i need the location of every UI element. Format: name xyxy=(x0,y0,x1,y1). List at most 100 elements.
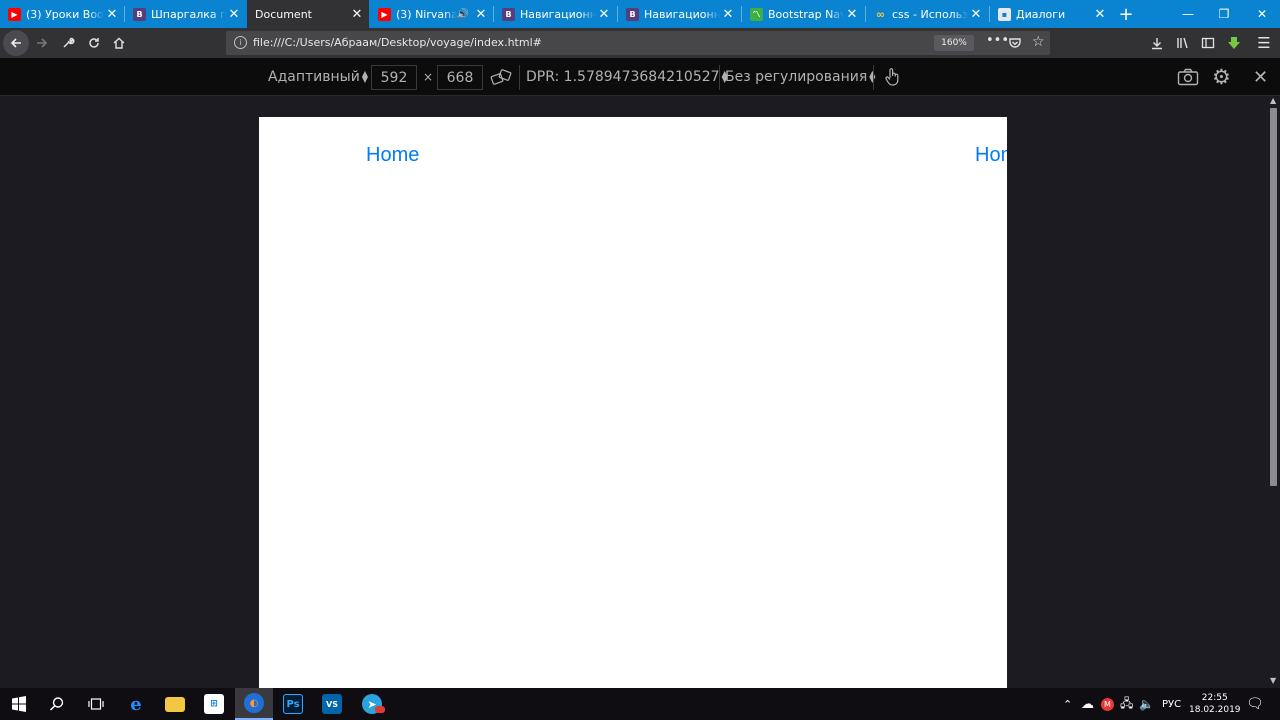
tab-youtube-bootstrap-lessons[interactable]: ▶ (3) Уроки Bootstrap ✕ xyxy=(0,0,124,28)
close-tab-icon[interactable]: ✕ xyxy=(349,7,365,22)
search-button[interactable] xyxy=(38,688,76,720)
dpr-selector[interactable]: DPR: 1.5789473684210527 ▲ ▼ xyxy=(526,58,728,96)
chat-icon: ▪ xyxy=(998,7,1011,21)
notifications-icon[interactable]: 🗨 xyxy=(1246,688,1264,720)
back-arrow-icon xyxy=(10,38,21,48)
tab-navbar-1[interactable]: B Навигационная панель ✕ xyxy=(494,0,616,28)
tab-document-active[interactable]: Document ✕ xyxy=(247,0,369,28)
close-tab-icon[interactable]: ✕ xyxy=(720,7,736,22)
rotate-button[interactable] xyxy=(490,58,512,96)
network-throttling-selector[interactable]: Без регулирования ▲▼ xyxy=(725,58,875,96)
pocket-icon[interactable] xyxy=(1008,35,1022,54)
library-icon xyxy=(1177,37,1188,49)
nav-link-home[interactable]: Home xyxy=(366,144,419,167)
close-tab-icon[interactable]: ✕ xyxy=(226,7,242,22)
screenshot-button[interactable] xyxy=(1177,58,1199,96)
close-tab-icon[interactable]: ✕ xyxy=(596,7,612,22)
onedrive-icon[interactable]: ☁ xyxy=(1081,688,1094,720)
tab-bootstrap-cheatsheet[interactable]: B Шпаргалка по Bootstrap ✕ xyxy=(125,0,246,28)
touch-simulation-button[interactable] xyxy=(884,58,902,96)
download-icon xyxy=(1152,38,1162,50)
close-tab-icon[interactable]: ✕ xyxy=(104,7,120,22)
close-window-button[interactable]: ✕ xyxy=(1244,0,1280,28)
close-tab-icon[interactable]: ✕ xyxy=(844,7,860,22)
firefox-icon: ◐ xyxy=(244,693,264,713)
tab-dialogs[interactable]: ▪ Диалоги ✕ xyxy=(990,0,1112,28)
restore-button[interactable]: ❐ xyxy=(1206,0,1242,28)
back-button[interactable] xyxy=(3,30,29,56)
glasses-icon: ∞ xyxy=(875,7,886,21)
nav-link-home-overflow[interactable]: Home xyxy=(975,144,1007,167)
address-bar[interactable]: i file:///C:/Users/Абраам/Desktop/voyage… xyxy=(226,31,1050,55)
speaker-icon[interactable]: 🔊 xyxy=(457,9,469,20)
page-actions-icon[interactable]: ••• xyxy=(986,33,1009,48)
search-icon xyxy=(49,697,64,711)
language-indicator[interactable]: РУС xyxy=(1162,688,1181,720)
tab-navbar-2[interactable]: B Навигационная панель ✕ xyxy=(618,0,740,28)
toolbar-divider xyxy=(719,65,720,90)
taskbar-store[interactable]: ⊞ xyxy=(195,688,233,720)
hamburger-icon: ☰ xyxy=(1257,34,1271,52)
tab-strip: ▶ (3) Уроки Bootstrap ✕ B Шпаргалка по B… xyxy=(0,0,1280,28)
taskbar-firefox[interactable]: ◐ xyxy=(235,688,273,720)
downloads-button[interactable] xyxy=(1145,31,1169,55)
forward-button[interactable] xyxy=(30,31,54,55)
scroll-down-arrow-icon[interactable]: ▼ xyxy=(1270,676,1276,685)
clock-date: 18.02.2019 xyxy=(1189,705,1241,715)
folder-icon xyxy=(165,696,185,712)
youtube-icon: ▶ xyxy=(8,7,21,21)
taskbar-file-explorer[interactable] xyxy=(156,688,194,720)
scroll-up-arrow-icon[interactable]: ▲ xyxy=(1270,96,1276,105)
close-rdm-button[interactable]: ✕ xyxy=(1253,58,1268,96)
developer-tools-button[interactable] xyxy=(56,31,80,55)
task-view-button[interactable] xyxy=(77,688,115,720)
reload-icon xyxy=(89,38,99,48)
show-hidden-icons[interactable]: ⌃ xyxy=(1063,688,1072,720)
taskbar-vscode[interactable]: VS xyxy=(313,688,351,720)
scrollbar-thumb[interactable] xyxy=(1270,108,1277,486)
new-tab-button[interactable]: + xyxy=(1108,0,1144,28)
windows-taskbar: e ⊞ ◐ Ps VS ➤ ⌃ ☁ M 🖧 🔈 РУС 22:55 18.02.… xyxy=(0,688,1280,720)
start-button[interactable] xyxy=(0,688,38,720)
camera-icon xyxy=(1177,68,1199,86)
photoshop-icon: Ps xyxy=(283,694,303,714)
clock[interactable]: 22:55 18.02.2019 xyxy=(1189,688,1241,720)
close-tab-icon[interactable]: ✕ xyxy=(1092,7,1108,22)
viewport-height-input[interactable]: 668 xyxy=(437,65,483,90)
tab-youtube-nirvana[interactable]: ▶ (3) Nirvana - T 🔊 ✕ xyxy=(370,0,493,28)
toolbar-divider xyxy=(873,65,874,90)
windows-logo-icon xyxy=(12,696,26,712)
close-tab-icon[interactable]: ✕ xyxy=(968,7,984,22)
notification-badge xyxy=(375,706,385,713)
taskbar-photoshop[interactable]: Ps xyxy=(274,688,312,720)
device-selector[interactable]: Адаптивный ▲ ▼ xyxy=(268,58,368,96)
url-text: file:///C:/Users/Абраам/Desktop/voyage/i… xyxy=(253,36,542,49)
tab-css-usage[interactable]: ∞ css - Использование ✕ xyxy=(866,0,988,28)
close-tab-icon[interactable]: ✕ xyxy=(473,7,489,22)
taskbar-edge[interactable]: e xyxy=(117,688,155,720)
network-icon[interactable]: 🖧 xyxy=(1120,688,1133,720)
responsive-viewport-area: Home Home xyxy=(0,96,1267,688)
extension-button[interactable] xyxy=(1222,31,1246,55)
viewport-width-input[interactable]: 592 xyxy=(371,65,417,90)
tab-bootstrap-navigation[interactable]: 〽 Bootstrap Navigation ✕ xyxy=(742,0,864,28)
reload-button[interactable] xyxy=(82,31,106,55)
close-icon: ✕ xyxy=(1253,66,1269,88)
pocket-shape xyxy=(1009,38,1021,48)
bookmark-star-icon[interactable]: ☆ xyxy=(1032,34,1045,50)
taskbar-telegram[interactable]: ➤ xyxy=(353,688,391,720)
wrench-icon xyxy=(63,37,75,48)
antivirus-icon[interactable]: M xyxy=(1101,688,1114,720)
minimize-button[interactable]: — xyxy=(1170,0,1206,28)
menu-button[interactable]: ☰ xyxy=(1252,31,1276,55)
home-button[interactable] xyxy=(107,31,131,55)
info-icon[interactable]: i xyxy=(234,36,247,49)
toolbar-divider xyxy=(519,65,520,90)
vertical-scrollbar[interactable]: ▲ ▼ xyxy=(1267,96,1280,688)
zoom-level-badge[interactable]: 160% xyxy=(934,35,974,51)
settings-button[interactable]: ⚙ xyxy=(1212,58,1231,96)
volume-icon[interactable]: 🔈 xyxy=(1139,688,1154,720)
library-button[interactable] xyxy=(1171,31,1195,55)
bootstrap-icon: B xyxy=(133,7,146,21)
sidebar-button[interactable] xyxy=(1196,31,1220,55)
